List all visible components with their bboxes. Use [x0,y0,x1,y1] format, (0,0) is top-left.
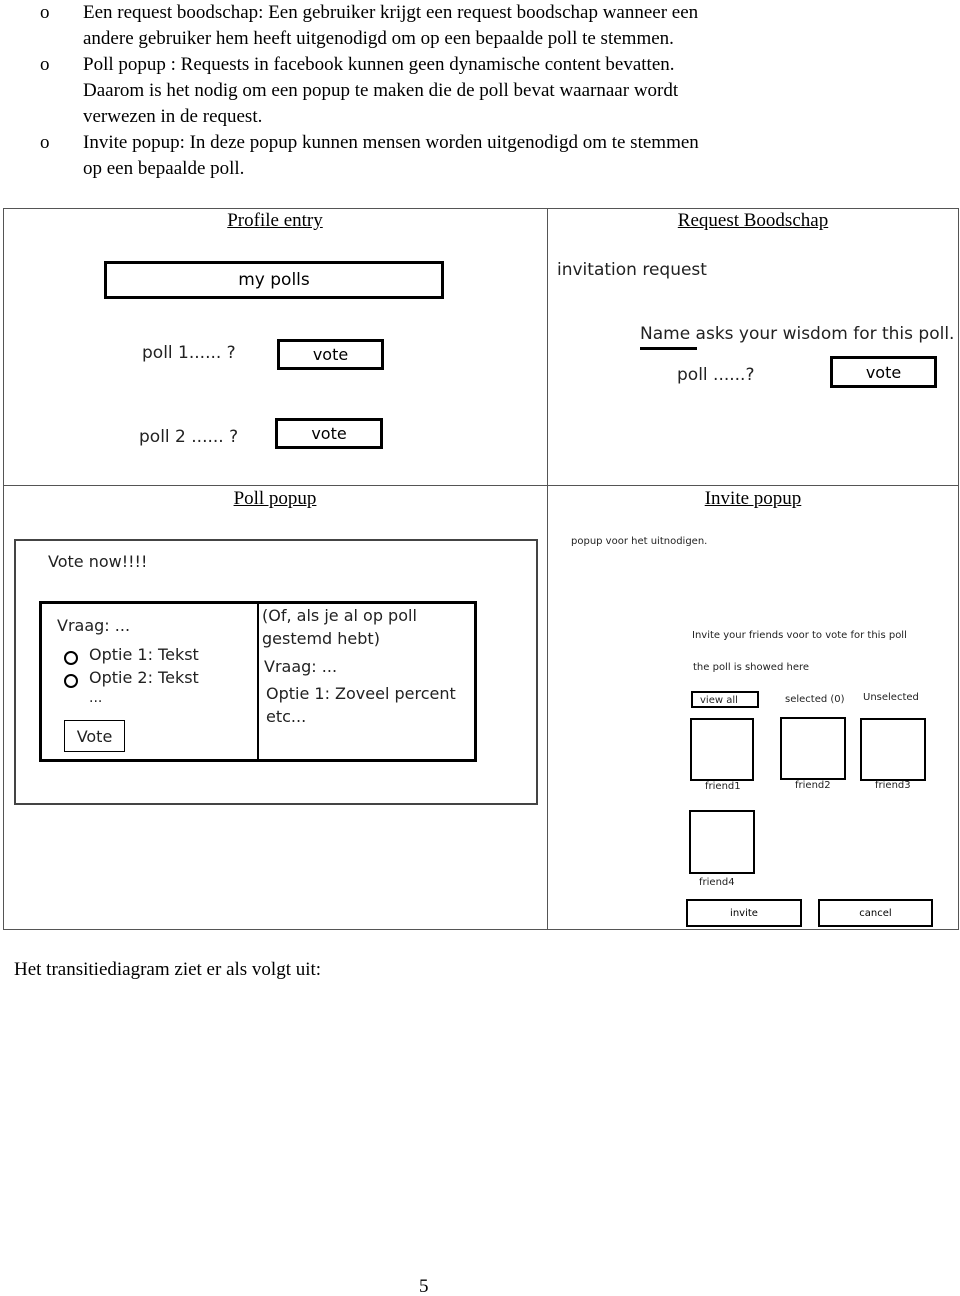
more-options: ... [89,690,103,706]
vote-submit-button[interactable]: Vote [64,720,125,752]
result-note: (Of, als je al op poll [262,606,417,625]
request-message: Name asks your wisdom for this poll. [640,324,955,344]
poll-note: the poll is showed here [693,662,810,673]
radio-option-2[interactable] [64,674,78,688]
friend-name: friend4 [699,877,735,888]
friend-avatar[interactable] [690,718,754,781]
bullet-text: Een request boodschap: Een gebruiker kri… [83,2,699,23]
bullet-text: Daarom is het nodig om een popup te make… [83,80,679,101]
my-polls-button[interactable]: my polls [104,261,444,299]
result-note: gestemd hebt) [262,629,380,648]
poll-label: poll ......? [677,365,755,385]
radio-option-1[interactable] [64,651,78,665]
table-divider [547,208,548,930]
selected-tab[interactable]: selected (0) [785,694,845,705]
invite-label: invite [730,907,758,919]
vote-now-title: Vote now!!!! [48,552,148,571]
vote-label: vote [312,345,349,364]
vote-label: Vote [76,726,113,746]
cancel-label: cancel [859,907,892,919]
question-label: Vraag: ... [57,616,131,635]
option-label: Optie 1: Tekst [89,645,199,664]
friend-name: friend3 [875,780,911,791]
bullet-marker: o [40,54,50,75]
transition-diagram-intro: Het transitiediagram ziet er als volgt u… [14,959,322,980]
unselected-tab[interactable]: Unselected [863,692,919,703]
poll-popup-caption: Poll popup [233,488,317,509]
cancel-button[interactable]: cancel [818,899,933,927]
bullet-text: Poll popup : Requests in facebook kunnen… [83,54,675,75]
name-underline [640,347,697,350]
poll-label: poll 1...... ? [142,343,236,363]
option-label: Optie 2: Tekst [89,668,199,687]
friend-avatar[interactable] [780,717,846,780]
friend-avatar[interactable] [860,718,926,781]
vote-label: vote [311,424,347,443]
profile-entry-caption: Profile entry [227,210,323,231]
invitation-request-title: invitation request [557,260,707,280]
poll-panel-divider [257,601,259,762]
poll-label: poll 2 ...... ? [139,427,239,447]
invite-button[interactable]: invite [686,899,802,927]
friend-avatar[interactable] [689,810,755,874]
friend-name: friend2 [795,780,831,791]
page-number: 5 [419,1276,429,1296]
result-etc: etc... [266,707,307,726]
bullet-text: Invite popup: In deze popup kunnen mense… [83,132,699,153]
invite-popup-caption: Invite popup [704,488,802,509]
bullet-text: verwezen in de request. [83,106,263,127]
bullet-text: op een bepaalde poll. [83,158,245,179]
friend-name: friend1 [705,781,741,792]
invite-popup-title: popup voor het uitnodigen. [571,536,708,547]
vote-button[interactable]: vote [830,356,937,388]
table-divider [3,485,959,486]
vote-button[interactable]: vote [277,339,384,370]
result-line: Optie 1: Zoveel percent [266,684,456,703]
my-polls-label: my polls [238,270,310,290]
bullet-text: andere gebruiker hem heeft uitgenodigd o… [83,28,674,49]
view-all-label: view all [700,695,738,706]
view-all-button[interactable]: view all [691,691,759,708]
bullet-marker: o [40,2,50,23]
vote-label: vote [865,362,902,382]
request-caption: Request Boodschap [677,210,829,231]
vote-button[interactable]: vote [275,418,383,449]
document-page: o Een request boodschap: Een gebruiker k… [0,0,960,1296]
invite-instruction: Invite your friends voor to vote for thi… [692,630,907,641]
bullet-marker: o [40,132,50,153]
result-question: Vraag: ... [264,657,338,676]
